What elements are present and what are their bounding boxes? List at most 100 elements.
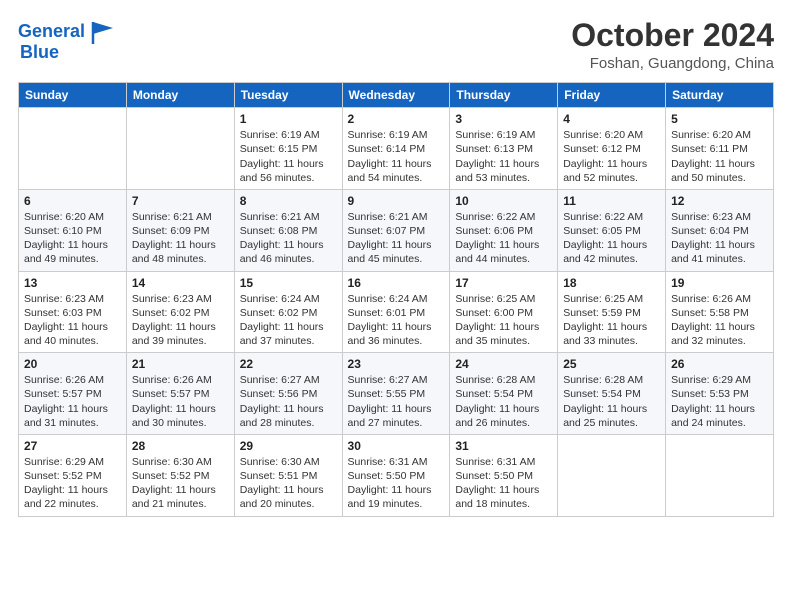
day-info: Sunrise: 6:29 AM Sunset: 5:52 PM Dayligh… [24,455,121,512]
day-number: 27 [24,439,121,453]
col-monday: Monday [126,83,234,108]
day-info: Sunrise: 6:25 AM Sunset: 5:59 PM Dayligh… [563,292,660,349]
table-row: 17 Sunrise: 6:25 AM Sunset: 6:00 PM Dayli… [450,271,558,353]
day-info: Sunrise: 6:23 AM Sunset: 6:04 PM Dayligh… [671,210,768,267]
table-row [666,434,774,516]
logo-text: General [18,22,85,42]
day-number: 24 [455,357,552,371]
day-info: Sunrise: 6:31 AM Sunset: 5:50 PM Dayligh… [348,455,445,512]
day-info: Sunrise: 6:26 AM Sunset: 5:57 PM Dayligh… [132,373,229,430]
table-row [19,108,127,190]
table-row: 19Sunrise: 6:26 AM Sunset: 5:58 PM Dayli… [666,271,774,353]
table-row: 16 Sunrise: 6:24 AM Sunset: 6:01 PM Dayli… [342,271,450,353]
table-row: 6 Sunrise: 6:20 AM Sunset: 6:10 PM Daylig… [19,189,127,271]
day-info: Sunrise: 6:21 AM Sunset: 6:09 PM Dayligh… [132,210,229,267]
day-number: 14 [132,276,229,290]
col-sunday: Sunday [19,83,127,108]
day-number: 4 [563,112,660,126]
day-info: Sunrise: 6:19 AM Sunset: 6:13 PM Dayligh… [455,128,552,185]
table-row: 5Sunrise: 6:20 AM Sunset: 6:11 PM Daylig… [666,108,774,190]
day-number: 2 [348,112,445,126]
table-row [558,434,666,516]
calendar-week-row: 6 Sunrise: 6:20 AM Sunset: 6:10 PM Daylig… [19,189,774,271]
day-info: Sunrise: 6:31 AM Sunset: 5:50 PM Dayligh… [455,455,552,512]
day-number: 30 [348,439,445,453]
calendar-week-row: 13Sunrise: 6:23 AM Sunset: 6:03 PM Dayli… [19,271,774,353]
day-info: Sunrise: 6:22 AM Sunset: 6:05 PM Dayligh… [563,210,660,267]
logo: General Blue [18,18,117,63]
day-info: Sunrise: 6:23 AM Sunset: 6:02 PM Dayligh… [132,292,229,349]
day-info: Sunrise: 6:23 AM Sunset: 6:03 PM Dayligh… [24,292,121,349]
table-row: 13Sunrise: 6:23 AM Sunset: 6:03 PM Dayli… [19,271,127,353]
day-info: Sunrise: 6:21 AM Sunset: 6:07 PM Dayligh… [348,210,445,267]
table-row: 23 Sunrise: 6:27 AM Sunset: 5:55 PM Dayli… [342,353,450,435]
day-info: Sunrise: 6:27 AM Sunset: 5:55 PM Dayligh… [348,373,445,430]
day-info: Sunrise: 6:24 AM Sunset: 6:01 PM Dayligh… [348,292,445,349]
table-row: 20 Sunrise: 6:26 AM Sunset: 5:57 PM Dayli… [19,353,127,435]
table-row: 9 Sunrise: 6:21 AM Sunset: 6:07 PM Daylig… [342,189,450,271]
page: General Blue October 2024 Foshan, Guangd… [0,0,792,612]
table-row: 24Sunrise: 6:28 AM Sunset: 5:54 PM Dayli… [450,353,558,435]
calendar-header-row: Sunday Monday Tuesday Wednesday Thursday… [19,83,774,108]
day-info: Sunrise: 6:26 AM Sunset: 5:57 PM Dayligh… [24,373,121,430]
day-info: Sunrise: 6:24 AM Sunset: 6:02 PM Dayligh… [240,292,337,349]
table-row [126,108,234,190]
table-row: 28Sunrise: 6:30 AM Sunset: 5:52 PM Dayli… [126,434,234,516]
col-saturday: Saturday [666,83,774,108]
day-info: Sunrise: 6:19 AM Sunset: 6:14 PM Dayligh… [348,128,445,185]
table-row: 12 Sunrise: 6:23 AM Sunset: 6:04 PM Dayli… [666,189,774,271]
calendar-week-row: 27 Sunrise: 6:29 AM Sunset: 5:52 PM Dayli… [19,434,774,516]
day-info: Sunrise: 6:20 AM Sunset: 6:11 PM Dayligh… [671,128,768,185]
col-thursday: Thursday [450,83,558,108]
table-row: 8 Sunrise: 6:21 AM Sunset: 6:08 PM Daylig… [234,189,342,271]
col-wednesday: Wednesday [342,83,450,108]
table-row: 7 Sunrise: 6:21 AM Sunset: 6:09 PM Daylig… [126,189,234,271]
day-info: Sunrise: 6:26 AM Sunset: 5:58 PM Dayligh… [671,292,768,349]
day-number: 11 [563,194,660,208]
table-row: 22 Sunrise: 6:27 AM Sunset: 5:56 PM Dayli… [234,353,342,435]
month-title: October 2024 [571,18,774,53]
day-number: 7 [132,194,229,208]
header: General Blue October 2024 Foshan, Guangd… [18,18,774,72]
table-row: 14 Sunrise: 6:23 AM Sunset: 6:02 PM Dayli… [126,271,234,353]
table-row: 4Sunrise: 6:20 AM Sunset: 6:12 PM Daylig… [558,108,666,190]
table-row: 15Sunrise: 6:24 AM Sunset: 6:02 PM Dayli… [234,271,342,353]
day-number: 10 [455,194,552,208]
table-row: 21 Sunrise: 6:26 AM Sunset: 5:57 PM Dayli… [126,353,234,435]
day-info: Sunrise: 6:27 AM Sunset: 5:56 PM Dayligh… [240,373,337,430]
day-number: 18 [563,276,660,290]
day-number: 21 [132,357,229,371]
day-info: Sunrise: 6:21 AM Sunset: 6:08 PM Dayligh… [240,210,337,267]
calendar-week-row: 20 Sunrise: 6:26 AM Sunset: 5:57 PM Dayli… [19,353,774,435]
day-number: 20 [24,357,121,371]
day-number: 6 [24,194,121,208]
day-number: 22 [240,357,337,371]
calendar-week-row: 1 Sunrise: 6:19 AM Sunset: 6:15 PM Daylig… [19,108,774,190]
table-row: 31 Sunrise: 6:31 AM Sunset: 5:50 PM Dayli… [450,434,558,516]
day-number: 3 [455,112,552,126]
day-number: 8 [240,194,337,208]
day-number: 25 [563,357,660,371]
day-info: Sunrise: 6:30 AM Sunset: 5:52 PM Dayligh… [132,455,229,512]
logo-icon [89,18,117,46]
table-row: 1 Sunrise: 6:19 AM Sunset: 6:15 PM Daylig… [234,108,342,190]
day-number: 23 [348,357,445,371]
calendar-table: Sunday Monday Tuesday Wednesday Thursday… [18,82,774,516]
day-number: 29 [240,439,337,453]
table-row: 18 Sunrise: 6:25 AM Sunset: 5:59 PM Dayli… [558,271,666,353]
day-number: 1 [240,112,337,126]
table-row: 29Sunrise: 6:30 AM Sunset: 5:51 PM Dayli… [234,434,342,516]
day-info: Sunrise: 6:19 AM Sunset: 6:15 PM Dayligh… [240,128,337,185]
day-number: 9 [348,194,445,208]
day-number: 17 [455,276,552,290]
day-number: 16 [348,276,445,290]
table-row: 11 Sunrise: 6:22 AM Sunset: 6:05 PM Dayli… [558,189,666,271]
day-number: 12 [671,194,768,208]
day-info: Sunrise: 6:25 AM Sunset: 6:00 PM Dayligh… [455,292,552,349]
day-number: 31 [455,439,552,453]
day-info: Sunrise: 6:29 AM Sunset: 5:53 PM Dayligh… [671,373,768,430]
day-info: Sunrise: 6:20 AM Sunset: 6:10 PM Dayligh… [24,210,121,267]
table-row: 2 Sunrise: 6:19 AM Sunset: 6:14 PM Daylig… [342,108,450,190]
table-row: 3 Sunrise: 6:19 AM Sunset: 6:13 PM Daylig… [450,108,558,190]
table-row: 27 Sunrise: 6:29 AM Sunset: 5:52 PM Dayli… [19,434,127,516]
